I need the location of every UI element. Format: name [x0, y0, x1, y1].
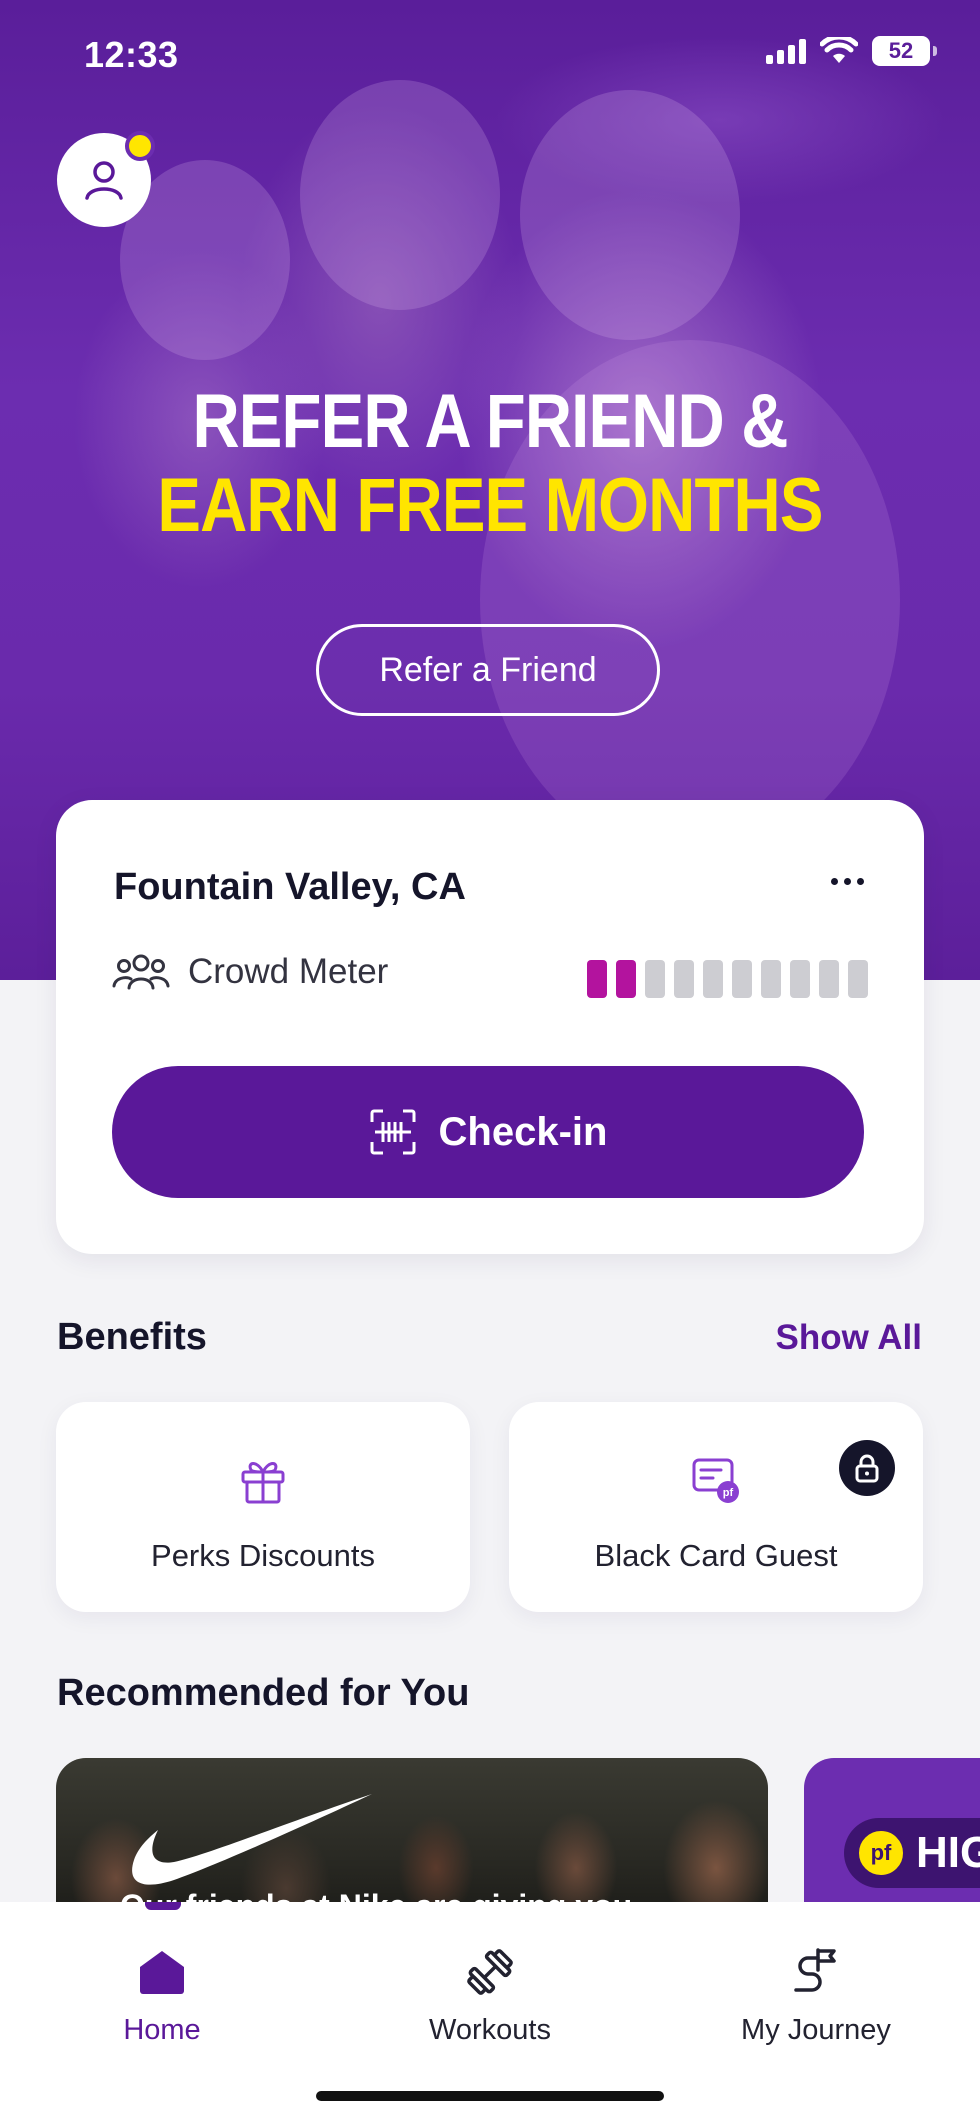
recommended-card-nike[interactable]: Our friends at Nike are giving you — [56, 1758, 768, 1918]
check-in-button[interactable]: Check-in — [112, 1066, 864, 1198]
status-time: 12:33 — [84, 34, 179, 75]
crowd-meter-bar — [761, 960, 781, 998]
crowd-meter-bar — [674, 960, 694, 998]
bottom-tab-bar: Home Workouts My Journey — [0, 1902, 980, 2121]
more-options-icon[interactable] — [831, 878, 864, 885]
crowd-meter-row: Crowd Meter — [112, 952, 388, 992]
crowd-meter-bar — [616, 960, 636, 998]
tab-label: My Journey — [741, 2014, 891, 2046]
tab-label: Workouts — [429, 2014, 551, 2046]
app-screen: 12:33 52 REFER A FRIEND & EARN FREE MONT… — [0, 0, 980, 2121]
crowd-meter-label: Crowd Meter — [188, 952, 389, 991]
crowd-meter-bar — [703, 960, 723, 998]
crowd-meter-bar — [587, 960, 607, 998]
journey-icon — [706, 1942, 926, 2002]
crowd-meter-bar — [848, 960, 868, 998]
battery-icon: 52 — [872, 36, 937, 66]
status-icons: 52 — [766, 36, 937, 66]
benefit-card-black-card-guest[interactable]: pf Black Card Guest — [509, 1402, 923, 1612]
hero-photo-figure — [300, 80, 500, 310]
home-gym-card: Fountain Valley, CA Crowd Meter Check-in — [56, 800, 924, 1254]
wifi-icon — [820, 37, 858, 63]
notification-dot — [125, 131, 155, 161]
profile-avatar-button[interactable] — [57, 131, 155, 227]
guest-pass-icon: pf — [690, 1454, 742, 1511]
home-indicator — [316, 2091, 664, 2101]
tab-my-journey[interactable]: My Journey — [706, 1942, 926, 2047]
hero-headline: REFER A FRIEND & EARN FREE MONTHS — [69, 380, 912, 548]
home-icon — [52, 1942, 272, 2002]
benefit-label: Perks Discounts — [151, 1538, 375, 1573]
gym-location: Fountain Valley, CA — [114, 866, 466, 908]
tab-home[interactable]: Home — [52, 1942, 272, 2047]
show-all-benefits-link[interactable]: Show All — [776, 1318, 922, 1358]
barcode-scan-icon — [370, 1109, 416, 1155]
nike-swoosh-logo — [132, 1794, 372, 1885]
benefits-title: Benefits — [57, 1316, 207, 1358]
hero-title-line1: REFER A FRIEND & — [192, 379, 788, 464]
hero-photo-figure — [520, 90, 740, 340]
crowd-meter-bar — [732, 960, 752, 998]
promo-caption: HIG — [916, 1828, 980, 1877]
gift-icon — [237, 1454, 289, 1511]
benefit-card-perks-discounts[interactable]: Perks Discounts — [56, 1402, 470, 1612]
user-icon — [85, 161, 123, 200]
recommended-title: Recommended for You — [57, 1672, 470, 1714]
active-tab-indicator — [145, 1902, 181, 1910]
people-icon — [112, 954, 170, 990]
benefit-label: Black Card Guest — [594, 1538, 838, 1573]
crowd-meter-bars — [587, 960, 868, 998]
pf-logo-badge: pf — [856, 1828, 906, 1878]
dumbbell-icon — [380, 1942, 600, 2002]
crowd-meter-bar — [645, 960, 665, 998]
recommended-card-promo[interactable]: pf HIG — [804, 1758, 980, 1918]
hero-title-line2: EARN FREE MONTHS — [157, 463, 823, 548]
refer-a-friend-button[interactable]: Refer a Friend — [316, 624, 660, 716]
crowd-meter-bar — [819, 960, 839, 998]
status-bar: 12:33 52 — [0, 0, 980, 110]
crowd-meter-bar — [790, 960, 810, 998]
promo-tag: pf HIG — [844, 1818, 980, 1888]
cellular-signal-icon — [766, 38, 806, 64]
svg-text:pf: pf — [723, 1487, 734, 1499]
tab-label: Home — [123, 2014, 201, 2046]
check-in-label: Check-in — [438, 1109, 608, 1154]
tab-workouts[interactable]: Workouts — [380, 1942, 600, 2047]
lock-icon — [839, 1440, 895, 1496]
